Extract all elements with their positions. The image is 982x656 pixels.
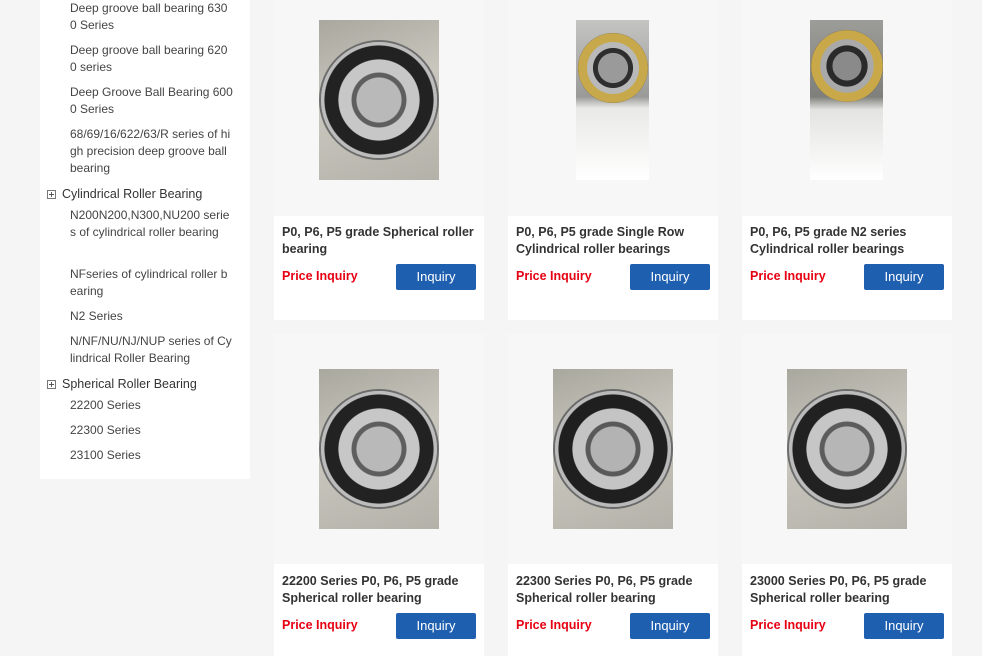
spherical-roller-bearing-photo[interactable]	[319, 369, 439, 529]
cylindrical-roller-bearing-photo[interactable]	[810, 20, 883, 180]
sidebar-item-22200-series[interactable]: 22200 Series	[70, 397, 234, 414]
product-title[interactable]: P0, P6, P5 grade Single Row Cylindrical …	[516, 224, 712, 258]
price-inquiry-label[interactable]: Price Inquiry	[750, 618, 826, 632]
cylindrical-roller-bearing-photo[interactable]	[576, 20, 649, 180]
inquiry-button[interactable]: Inquiry	[630, 613, 710, 639]
expand-plus-icon[interactable]	[47, 190, 56, 199]
product-image-area[interactable]	[508, 0, 718, 216]
product-card[interactable]: P0, P6, P5 grade N2 series Cylindrical r…	[742, 0, 952, 320]
sidebar-item-23100-series[interactable]: 23100 Series	[70, 447, 234, 464]
sidebar-item-6300-series[interactable]: Deep groove ball bearing 6300 Series	[70, 0, 234, 34]
sidebar-category-spherical[interactable]: Spherical Roller Bearing	[47, 376, 237, 393]
sidebar-item-6000-series[interactable]: Deep Groove Ball Bearing 6000 Series	[70, 84, 234, 118]
product-title[interactable]: 23000 Series P0, P6, P5 grade Spherical …	[750, 573, 946, 607]
price-inquiry-label[interactable]: Price Inquiry	[282, 269, 358, 283]
sidebar-category-label: Cylindrical Roller Bearing	[62, 187, 203, 201]
sidebar-item-6200-series[interactable]: Deep groove ball bearing 6200 series	[70, 42, 234, 76]
product-title[interactable]: 22200 Series P0, P6, P5 grade Spherical …	[282, 573, 478, 607]
sidebar-item-nf-nu-nj-series[interactable]: N/NF/NU/NJ/NUP series of Cylindrical Rol…	[70, 333, 234, 367]
sidebar-category-label: Spherical Roller Bearing	[62, 377, 197, 391]
product-card[interactable]: 22300 Series P0, P6, P5 grade Spherical …	[508, 334, 718, 656]
inquiry-button[interactable]: Inquiry	[630, 264, 710, 290]
product-image-area[interactable]	[274, 334, 484, 564]
sidebar-item-22300-series[interactable]: 22300 Series	[70, 422, 234, 439]
price-inquiry-label[interactable]: Price Inquiry	[282, 618, 358, 632]
product-title[interactable]: P0, P6, P5 grade Spherical roller bearin…	[282, 224, 478, 258]
spherical-roller-bearing-photo[interactable]	[787, 369, 907, 529]
sidebar-item-nf-series[interactable]: NFseries of cylindrical roller bearing	[70, 266, 234, 300]
sidebar-item-high-precision[interactable]: 68/69/16/622/63/R series of high precisi…	[70, 126, 234, 177]
spherical-roller-bearing-photo[interactable]	[553, 369, 673, 529]
price-inquiry-label[interactable]: Price Inquiry	[750, 269, 826, 283]
expand-plus-icon[interactable]	[47, 380, 56, 389]
product-image-area[interactable]	[508, 334, 718, 564]
product-image-area[interactable]	[274, 0, 484, 216]
sidebar-item-n200-series[interactable]: N200N200,N300,NU200 series of cylindrica…	[70, 207, 234, 241]
product-image-area[interactable]	[742, 334, 952, 564]
product-title[interactable]: P0, P6, P5 grade N2 series Cylindrical r…	[750, 224, 946, 258]
inquiry-button[interactable]: Inquiry	[396, 264, 476, 290]
price-inquiry-label[interactable]: Price Inquiry	[516, 618, 592, 632]
product-image-area[interactable]	[742, 0, 952, 216]
product-card[interactable]: P0, P6, P5 grade Spherical roller bearin…	[274, 0, 484, 320]
inquiry-button[interactable]: Inquiry	[864, 613, 944, 639]
product-card[interactable]: 22200 Series P0, P6, P5 grade Spherical …	[274, 334, 484, 656]
product-card[interactable]: 23000 Series P0, P6, P5 grade Spherical …	[742, 334, 952, 656]
category-sidebar: Deep groove ball bearing 6300 Series Dee…	[40, 0, 250, 479]
spherical-roller-bearing-photo[interactable]	[319, 20, 439, 180]
product-card[interactable]: P0, P6, P5 grade Single Row Cylindrical …	[508, 0, 718, 320]
product-title[interactable]: 22300 Series P0, P6, P5 grade Spherical …	[516, 573, 712, 607]
inquiry-button[interactable]: Inquiry	[396, 613, 476, 639]
inquiry-button[interactable]: Inquiry	[864, 264, 944, 290]
sidebar-category-cylindrical[interactable]: Cylindrical Roller Bearing	[47, 186, 237, 203]
price-inquiry-label[interactable]: Price Inquiry	[516, 269, 592, 283]
sidebar-item-n2-series[interactable]: N2 Series	[70, 308, 234, 325]
